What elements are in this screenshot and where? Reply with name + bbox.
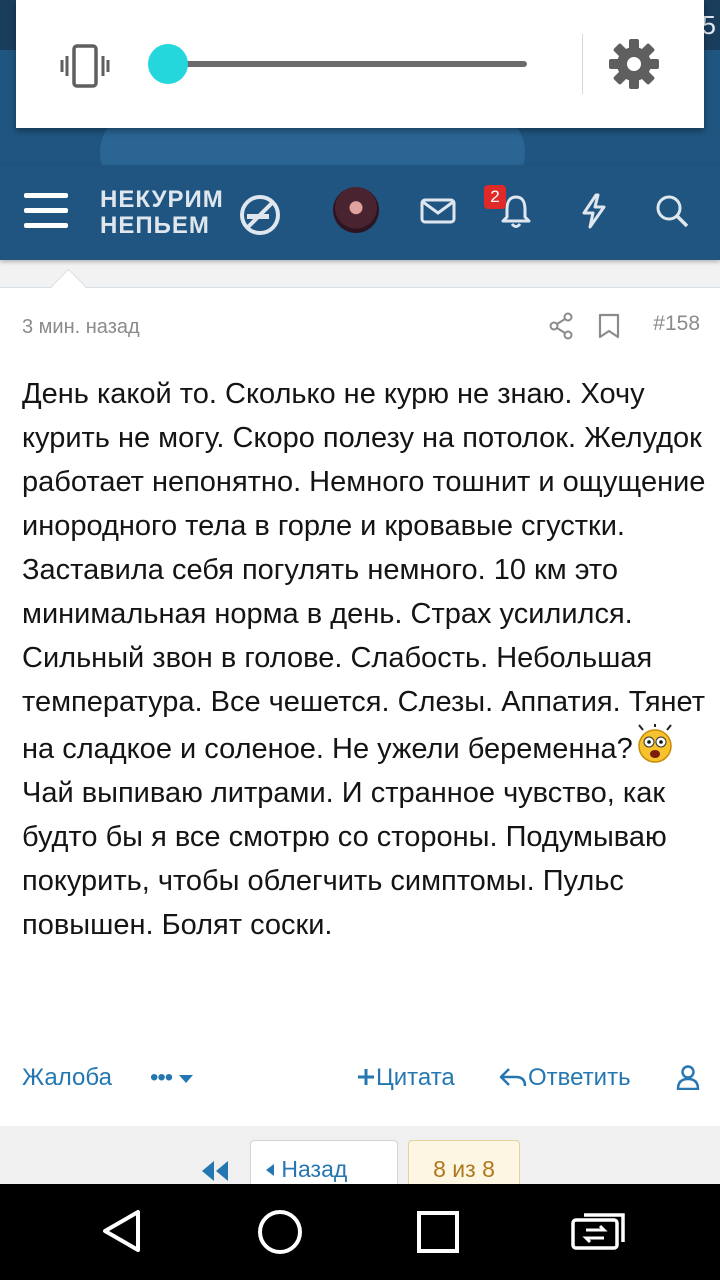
reply-arrow-icon [499,1068,527,1087]
plus-icon [358,1069,374,1085]
post-text-part1: День какой то. Сколько не курю не знаю. … [22,378,706,765]
quote-label: Цитата [376,1064,455,1091]
first-page-double-arrow-icon[interactable] [200,1160,232,1182]
back-triangle-icon[interactable] [100,1208,144,1254]
site-logo[interactable]: НЕКУРИМ НЕПЬЕМ [98,185,293,241]
post-number-link[interactable]: #158 [653,312,700,336]
home-circle-icon[interactable] [256,1208,304,1256]
settings-gear-icon[interactable] [608,38,660,90]
switch-app-icon[interactable] [570,1212,626,1252]
bookmark-icon[interactable] [596,312,622,340]
logo-line2: НЕПЬЕМ [100,212,210,239]
system-nav-bar [0,1184,720,1280]
more-dots: ••• [150,1064,173,1091]
pagination-bar: Назад 8 из 8 [0,1126,720,1196]
post-actions-bar: Жалоба ••• Цитата Ответить [0,1054,720,1104]
post-pointer [50,268,87,305]
user-avatar[interactable] [333,187,379,233]
notification-badge: 2 [484,185,506,209]
volume-panel [16,0,704,128]
recents-square-icon[interactable] [416,1210,460,1254]
share-icon[interactable] [548,312,574,340]
whats-new-bolt-icon[interactable] [575,192,613,230]
more-actions-menu[interactable]: ••• [150,1064,194,1092]
post-content: День какой то. Сколько не курю не знаю. … [22,372,712,947]
post-timestamp[interactable]: 3 мин. назад [22,316,140,339]
report-link[interactable]: Жалоба [22,1064,112,1092]
user-profile-icon[interactable] [676,1064,700,1090]
forum-post: 3 мин. назад #158 День какой то. Сколько… [0,268,720,1127]
reply-label: Ответить [528,1064,631,1091]
prev-page-label: Назад [281,1156,348,1182]
reply-button[interactable]: Ответить [498,1064,631,1092]
search-icon[interactable] [653,192,691,230]
vibrate-icon[interactable] [60,44,110,88]
no-smoking-icon [240,195,280,235]
quote-button[interactable]: Цитата [356,1064,455,1092]
logo-line1: НЕКУРИМ [100,186,224,213]
volume-divider [582,34,583,94]
chevron-left-icon [266,1164,274,1176]
menu-hamburger-icon[interactable] [24,193,68,233]
post-text-part2: Чай выпиваю литрами. И странное чувство,… [22,777,667,941]
volume-slider-track[interactable] [174,61,527,67]
inbox-envelope-icon[interactable] [419,192,457,230]
shocked-emoji-icon [637,724,672,763]
site-header: НЕКУРИМ НЕПЬЕМ 2 [0,165,720,260]
volume-slider-thumb[interactable] [148,44,188,84]
caret-down-icon [178,1075,193,1083]
